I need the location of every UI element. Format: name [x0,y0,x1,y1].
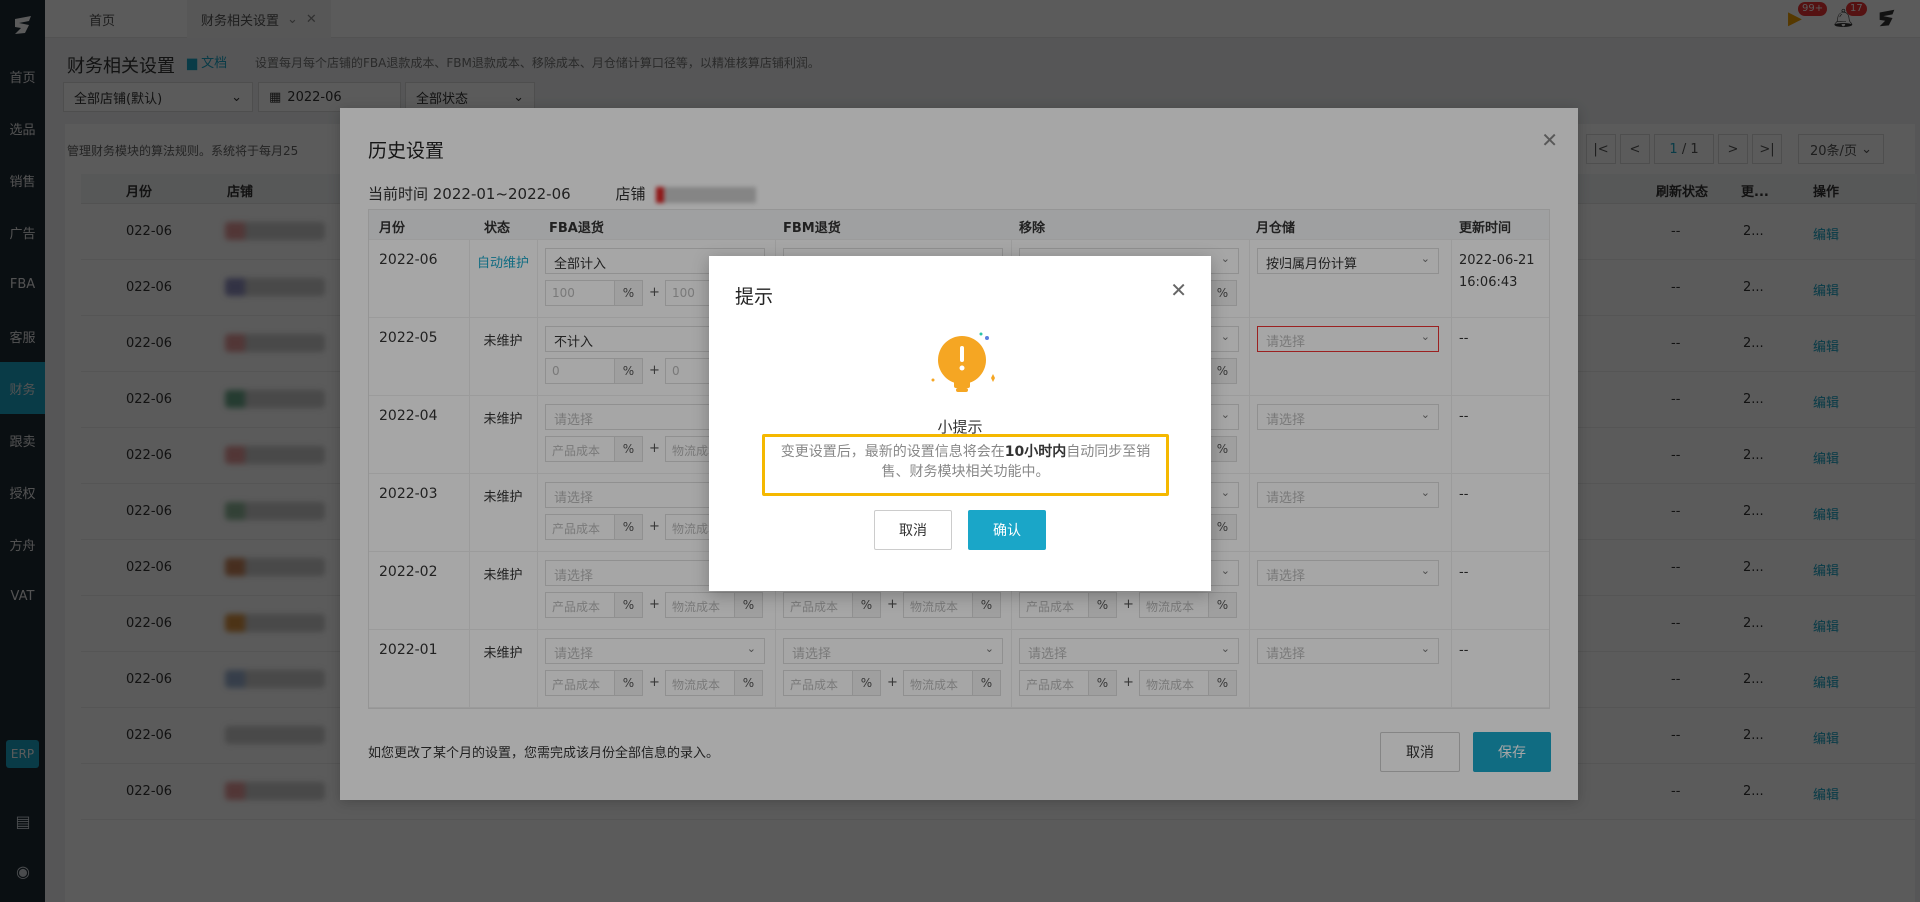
dialog-title: 提示 [735,286,774,308]
confirm-dialog: 提示 ✕ 小提示 变更设置后，最新的设置信息将会在10小时内自动同步至销售、财务… [709,256,1211,591]
tip-message: 变更设置后，最新的设置信息将会在10小时内自动同步至销售、财务模块相关功能中。 [762,434,1169,496]
tip-message-bold: 10小时内 [1004,444,1067,460]
tip-message-pre: 变更设置后，最新的设置信息将会在 [780,444,1005,460]
dialog-cancel-button[interactable]: 取消 [874,510,952,550]
close-icon[interactable]: ✕ [1170,278,1187,302]
dialog-confirm-button[interactable]: 确认 [968,510,1046,550]
lightbulb-icon [927,330,997,400]
